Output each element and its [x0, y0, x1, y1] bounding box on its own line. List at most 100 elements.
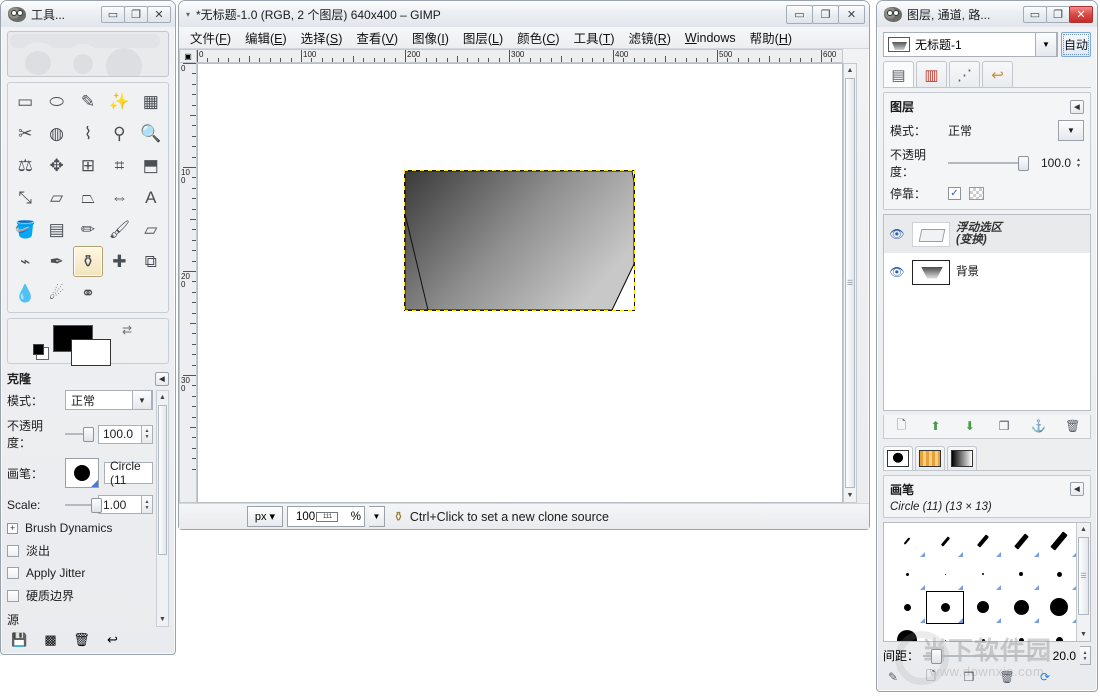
airbrush-tool[interactable]: ⌁: [10, 246, 40, 277]
menu-image[interactable]: 图像(I): [405, 26, 456, 49]
fuzzy-select-tool[interactable]: ✨: [104, 86, 134, 117]
blur-sharpen-tool[interactable]: 💧: [10, 278, 40, 309]
tool-option-brush-dynamics-row[interactable]: + Brush Dynamics: [7, 521, 153, 535]
image-canvas[interactable]: [197, 63, 843, 503]
tool-option-fade-out-row[interactable]: 淡出: [7, 542, 153, 559]
layer-row[interactable]: 👁 背景: [884, 253, 1090, 291]
zoom-dropdown-button[interactable]: ▼: [369, 506, 385, 527]
text-tool[interactable]: A: [136, 182, 166, 213]
clone-tool[interactable]: ⚱: [72, 246, 104, 277]
rect-select-tool[interactable]: ▭: [10, 86, 40, 117]
brush-cell[interactable]: [926, 558, 964, 591]
brush-cell[interactable]: [964, 558, 1002, 591]
swap-colors-icon[interactable]: ⇄: [122, 323, 132, 337]
brush-cell[interactable]: [888, 624, 926, 642]
tab-patterns[interactable]: [915, 445, 945, 470]
free-select-tool[interactable]: ✎: [73, 86, 103, 117]
dock-minimize-button[interactable]: ▭: [1023, 5, 1047, 23]
delete-layer-icon[interactable]: 🗑: [1064, 417, 1082, 435]
window-menu-icon[interactable]: ▾: [186, 10, 190, 19]
menu-layer[interactable]: 图层(L): [456, 26, 510, 49]
save-tool-options-icon[interactable]: 💾: [11, 631, 28, 648]
layer-opacity-spinner[interactable]: ▲ ▼: [1073, 154, 1084, 173]
layer-opacity-value[interactable]: 100.0: [1033, 156, 1071, 170]
perspective-clone-tool[interactable]: ⧉: [136, 246, 166, 277]
tool-mode-combo[interactable]: 正常 ▼: [65, 390, 153, 410]
tool-opacity-slider[interactable]: [65, 426, 94, 442]
scale-tool[interactable]: ⤡: [10, 182, 40, 213]
brush-cell[interactable]: [1002, 591, 1040, 624]
new-brush-icon[interactable]: 🗋: [923, 669, 939, 685]
brush-cell[interactable]: [1002, 624, 1040, 642]
brush-cell[interactable]: [888, 525, 926, 558]
edit-brush-icon[interactable]: ✎: [885, 669, 901, 685]
zoom-tool[interactable]: 🔍: [136, 118, 166, 149]
layer-visibility-eye-icon[interactable]: 👁: [888, 265, 906, 279]
layer-mode-dropdown-icon[interactable]: ▼: [1058, 120, 1084, 141]
dodge-burn-tool[interactable]: ⚭: [73, 278, 103, 309]
layer-row[interactable]: 👁 浮动选区 (变换): [884, 215, 1090, 253]
chevron-down-icon[interactable]: ▼: [132, 390, 152, 410]
expander-icon[interactable]: +: [7, 522, 18, 534]
brush-spacing-slider[interactable]: [923, 648, 1034, 664]
brush-cell[interactable]: [888, 558, 926, 591]
tab-channels[interactable]: ▥: [916, 61, 947, 87]
anchor-layer-icon[interactable]: ⚓: [1029, 417, 1047, 435]
background-color-swatch[interactable]: [71, 339, 111, 366]
image-selector-combo[interactable]: 无标题-1 ▼: [883, 32, 1058, 57]
align-tool[interactable]: ⊞: [73, 150, 103, 181]
flip-tool[interactable]: ⇔: [104, 182, 134, 213]
canvas-vscroll-thumb[interactable]: ☰: [845, 78, 855, 488]
menu-view[interactable]: 查看(V): [349, 26, 405, 49]
ellipse-select-tool[interactable]: ⬭: [41, 86, 71, 117]
tool-scale-value[interactable]: 1.00: [98, 495, 142, 514]
brush-cell[interactable]: [1040, 558, 1078, 591]
pencil-tool[interactable]: ✏: [73, 214, 103, 245]
measure-tool[interactable]: ⚖: [10, 150, 40, 181]
auto-follow-button[interactable]: 自动: [1061, 32, 1091, 57]
perspective-tool[interactable]: ⏢: [73, 182, 103, 213]
scroll-up-icon[interactable]: ▲: [157, 391, 168, 404]
scissors-select-tool[interactable]: ✂: [10, 118, 40, 149]
brush-cell[interactable]: [964, 624, 1002, 642]
tool-scale-slider[interactable]: [65, 497, 102, 513]
brush-cell[interactable]: [1040, 591, 1078, 624]
color-picker-tool[interactable]: ⚲: [104, 118, 134, 149]
menu-windows[interactable]: Windows: [678, 29, 743, 47]
ink-tool[interactable]: ✒: [41, 246, 71, 277]
brush-cell-selected[interactable]: [926, 590, 964, 624]
tool-brush-name[interactable]: Circle (11: [104, 459, 153, 487]
brush-spacing-spinner[interactable]: ▲ ▼: [1080, 646, 1091, 665]
hard-edge-checkbox[interactable]: [7, 589, 19, 602]
canvas-scroll-down-icon[interactable]: ▼: [844, 489, 856, 502]
brush-cell[interactable]: [1040, 624, 1078, 642]
foreground-select-tool[interactable]: ◍: [41, 118, 71, 149]
menu-filters[interactable]: 滤镜(R): [622, 26, 678, 49]
eraser-tool[interactable]: ▱: [136, 214, 166, 245]
brush-cell[interactable]: [926, 525, 964, 558]
layer-mode-value[interactable]: 正常: [948, 122, 1058, 139]
move-tool[interactable]: ✥: [41, 150, 71, 181]
fade-out-checkbox[interactable]: [7, 544, 19, 557]
rotate-tool[interactable]: ⬒: [136, 150, 166, 181]
layer-list[interactable]: 👁 浮动选区 (变换) 👁 背景: [883, 214, 1091, 411]
tab-brushes[interactable]: [883, 445, 913, 470]
brushes-panel-menu-icon[interactable]: ◀: [1070, 482, 1084, 496]
scrollbar-thumb[interactable]: [158, 405, 167, 555]
scroll-down-icon[interactable]: ▼: [157, 613, 168, 626]
tool-option-apply-jitter-row[interactable]: Apply Jitter: [7, 566, 153, 580]
brush-cell[interactable]: [964, 525, 1002, 558]
default-colors-icon[interactable]: [33, 344, 49, 360]
duplicate-brush-icon[interactable]: ❒: [961, 669, 977, 685]
ruler-origin-button[interactable]: ▣: [179, 49, 197, 63]
select-by-color-tool[interactable]: ▦: [136, 86, 166, 117]
paintbrush-tool[interactable]: 🖌: [104, 214, 134, 245]
shear-tool[interactable]: ▱: [41, 182, 71, 213]
unit-selector-button[interactable]: px ▾: [247, 506, 283, 527]
color-swatch-area[interactable]: ⇄: [7, 318, 169, 366]
brush-cell[interactable]: [1002, 525, 1040, 558]
canvas-scroll-up-icon[interactable]: ▲: [844, 64, 856, 77]
tool-opacity-spinner[interactable]: ▲ ▼: [142, 424, 153, 444]
zoom-entry[interactable]: 100 1:1:1 %: [287, 506, 365, 527]
brush-spacing-value[interactable]: 20.0: [1042, 649, 1076, 663]
